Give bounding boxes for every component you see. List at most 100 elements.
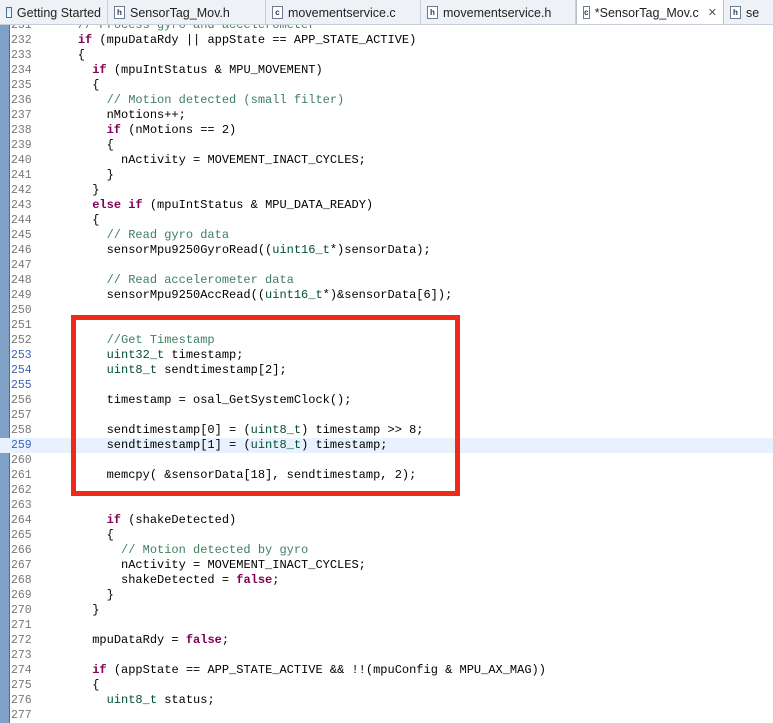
c-file-icon: c [583, 6, 590, 19]
code-line[interactable]: 268 shakeDetected = false; [0, 573, 773, 588]
token: uint8_t [106, 693, 158, 707]
line-number: 243 [11, 199, 32, 212]
code-line[interactable]: 249 sensorMpu9250AccRead((uint16_t*)&sen… [0, 288, 773, 303]
h-file-icon: h [427, 6, 438, 19]
code-line[interactable]: 276 uint8_t status; [0, 693, 773, 708]
code-line[interactable]: 239 { [0, 138, 773, 153]
line-text[interactable]: { [49, 78, 99, 93]
comment: // Motion detected (small filter) [106, 93, 345, 107]
code-line[interactable]: 242 } [0, 183, 773, 198]
line-number: 249 [11, 289, 32, 302]
line-text[interactable]: // Process gyro and accelerometer [49, 25, 316, 33]
code-line[interactable]: 232 if (mpuDataRdy || appState == APP_ST… [0, 33, 773, 48]
code-line[interactable]: 247 [0, 258, 773, 273]
line-text[interactable]: // Read accelerometer data [49, 273, 294, 288]
close-tab-icon[interactable]: ✕ [708, 6, 717, 19]
code-line[interactable]: 269 } [0, 588, 773, 603]
code-line[interactable]: 240 nActivity = MOVEMENT_INACT_CYCLES; [0, 153, 773, 168]
line-text[interactable]: if (mpuIntStatus & MPU_MOVEMENT) [49, 63, 322, 78]
line-text[interactable]: nActivity = MOVEMENT_INACT_CYCLES; [49, 153, 366, 168]
line-text[interactable]: } [49, 588, 114, 603]
line-text[interactable]: { [49, 678, 99, 693]
line-text[interactable]: sensorMpu9250AccRead((uint16_t*)&sensorD… [49, 288, 453, 303]
code-line[interactable]: 273 [0, 648, 773, 663]
code-line[interactable]: 231 // Process gyro and accelerometer [0, 25, 773, 33]
code-line[interactable]: 271 [0, 618, 773, 633]
line-text[interactable]: if (shakeDetected) [49, 513, 237, 528]
line-text[interactable]: if (nMotions == 2) [49, 123, 237, 138]
line-text[interactable]: if (mpuDataRdy || appState == APP_STATE_… [49, 33, 416, 48]
code-line[interactable]: 245 // Read gyro data [0, 228, 773, 243]
line-number: 271 [11, 619, 32, 632]
editor-tab-bar: Getting Started h SensorTag_Mov.h c move… [0, 0, 773, 25]
line-text[interactable]: { [49, 48, 85, 63]
code-line[interactable]: 266 // Motion detected by gyro [0, 543, 773, 558]
tab-label: *SensorTag_Mov.c [594, 5, 699, 20]
line-number: 246 [11, 244, 32, 257]
code-line[interactable]: 265 { [0, 528, 773, 543]
code-line[interactable]: 270 } [0, 603, 773, 618]
code-line[interactable]: 236 // Motion detected (small filter) [0, 93, 773, 108]
code-line[interactable]: 241 } [0, 168, 773, 183]
line-number: 247 [11, 259, 32, 272]
code-line[interactable]: 246 sensorMpu9250GyroRead((uint16_t*)sen… [0, 243, 773, 258]
token: uint16_t [265, 288, 323, 302]
tab-sensortag-mov-c[interactable]: c *SensorTag_Mov.c ✕ [576, 0, 724, 24]
line-text[interactable]: { [49, 213, 99, 228]
highlight-annotation-box [71, 315, 460, 496]
code-line[interactable]: 238 if (nMotions == 2) [0, 123, 773, 138]
line-text[interactable]: sensorMpu9250GyroRead((uint16_t*)sensorD… [49, 243, 431, 258]
code-line[interactable]: 274 if (appState == APP_STATE_ACTIVE && … [0, 663, 773, 678]
line-text[interactable]: // Motion detected (small filter) [49, 93, 345, 108]
line-text[interactable]: nActivity = MOVEMENT_INACT_CYCLES; [49, 558, 366, 573]
tab-sensortag-mov-h[interactable]: h SensorTag_Mov.h [108, 0, 266, 24]
line-text[interactable]: } [49, 183, 99, 198]
line-number: 242 [11, 184, 32, 197]
line-text[interactable]: // Read gyro data [49, 228, 229, 243]
token: if [106, 123, 122, 137]
line-text[interactable]: nMotions++; [49, 108, 186, 123]
comment: // Read gyro data [106, 228, 230, 242]
line-text[interactable]: } [49, 168, 114, 183]
comment: // Motion detected by gyro [121, 543, 309, 557]
line-text[interactable]: if (appState == APP_STATE_ACTIVE && !!(m… [49, 663, 546, 678]
line-text[interactable]: mpuDataRdy = false; [49, 633, 229, 648]
line-number: 238 [11, 124, 32, 137]
tab-overflow[interactable]: h se [724, 0, 773, 24]
code-line[interactable]: 263 [0, 498, 773, 513]
code-line[interactable]: 244 { [0, 213, 773, 228]
code-line[interactable]: 248 // Read accelerometer data [0, 273, 773, 288]
line-text[interactable]: else if (mpuIntStatus & MPU_DATA_READY) [49, 198, 373, 213]
code-line[interactable]: 243 else if (mpuIntStatus & MPU_DATA_REA… [0, 198, 773, 213]
code-line[interactable]: 235 { [0, 78, 773, 93]
line-number: 277 [11, 709, 32, 722]
line-text[interactable]: { [49, 138, 114, 153]
code-line[interactable]: 233 { [0, 48, 773, 63]
line-number: 256 [11, 394, 32, 407]
code-line[interactable]: 277 [0, 708, 773, 723]
line-number: 261 [11, 469, 32, 482]
line-number: 250 [11, 304, 32, 317]
line-number: 262 [11, 484, 32, 497]
code-line[interactable]: 234 if (mpuIntStatus & MPU_MOVEMENT) [0, 63, 773, 78]
code-line[interactable]: 264 if (shakeDetected) [0, 513, 773, 528]
line-text[interactable]: } [49, 603, 99, 618]
line-text[interactable]: // Motion detected by gyro [49, 543, 308, 558]
line-number: 253 [11, 349, 32, 362]
tab-getting-started[interactable]: Getting Started [0, 0, 108, 24]
line-number: 257 [11, 409, 32, 422]
line-text[interactable]: { [49, 528, 114, 543]
line-number: 254 [11, 364, 32, 377]
code-line[interactable]: 275 { [0, 678, 773, 693]
line-number: 270 [11, 604, 32, 617]
line-number: 237 [11, 109, 32, 122]
code-line[interactable]: 237 nMotions++; [0, 108, 773, 123]
tab-movementservice-c[interactable]: c movementservice.c [266, 0, 421, 24]
token: if [92, 663, 107, 677]
tab-movementservice-h[interactable]: h movementservice.h [421, 0, 576, 24]
code-line[interactable]: 267 nActivity = MOVEMENT_INACT_CYCLES; [0, 558, 773, 573]
line-text[interactable]: uint8_t status; [49, 693, 215, 708]
code-line[interactable]: 272 mpuDataRdy = false; [0, 633, 773, 648]
tab-label: movementservice.c [288, 5, 396, 20]
line-text[interactable]: shakeDetected = false; [49, 573, 279, 588]
